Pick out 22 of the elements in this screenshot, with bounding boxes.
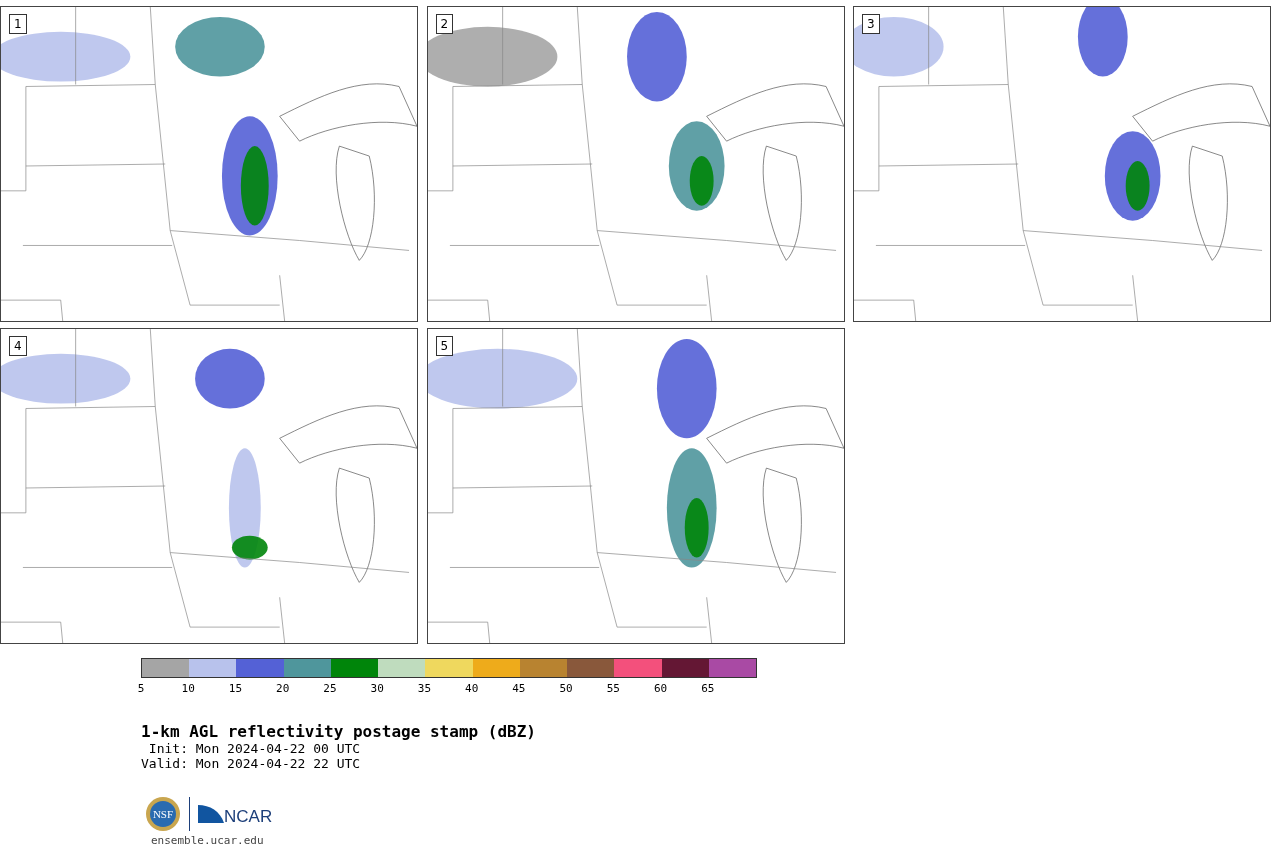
tick-label: 45 bbox=[512, 682, 526, 695]
tick-label: 40 bbox=[465, 682, 479, 695]
tick-label: 35 bbox=[417, 682, 432, 695]
panel-number: 3 bbox=[862, 14, 880, 34]
tick-label: 20 bbox=[276, 682, 290, 695]
tick-label: 60 bbox=[653, 682, 668, 695]
tick-label: 5 bbox=[137, 682, 145, 695]
panel-number: 4 bbox=[9, 336, 27, 356]
panel-number: 1 bbox=[9, 14, 27, 34]
nsf-logo: NSF bbox=[145, 796, 181, 832]
chart-title: 1-km AGL reflectivity postage stamp (dBZ) bbox=[141, 723, 537, 741]
tick-label: 25 bbox=[323, 682, 337, 695]
tick-label: 65 bbox=[701, 682, 715, 695]
tick-label: 55 bbox=[606, 682, 620, 695]
ncar-logo: NCAR bbox=[198, 803, 272, 825]
site-url: ensemble.ucar.edu bbox=[151, 834, 265, 844]
tick-label: 10 bbox=[181, 682, 195, 695]
init-time: Init: Mon 2024-04-22 00 UTC bbox=[147, 741, 362, 756]
valid-time: Valid: Mon 2024-04-22 22 UTC bbox=[141, 756, 362, 771]
tick-label: 15 bbox=[228, 682, 243, 695]
tick-label: 50 bbox=[559, 682, 573, 695]
tick-label: 30 bbox=[370, 682, 384, 695]
